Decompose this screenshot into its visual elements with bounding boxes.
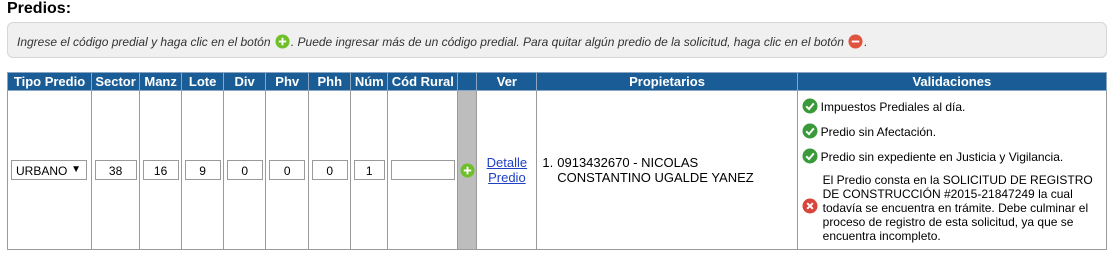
header-add-spacer [457,72,478,91]
phh-input[interactable]: 0 [311,160,348,180]
add-predio-cell [457,90,478,250]
validation-text: Impuestos Prediales al día. [820,100,966,114]
validation-text: Predio sin expediente en Justicia y Vigi… [820,150,1064,164]
num-input[interactable]: 1 [353,160,385,180]
owner-entry: 1. 0913432670 - NICOLAS CONSTANTINO UGAL… [537,155,796,185]
phv-cell: 0 [265,90,310,250]
manz-cell: 16 [139,90,183,250]
div-input[interactable]: 0 [226,160,263,180]
validation-error-text: El Predio consta en la SOLICITUD DE REGI… [822,172,1093,243]
hint-text-1: Ingrese el código predial y haga clic en… [17,35,271,49]
header-sector: Sector [91,72,141,91]
validation-text: Predio sin Afectación. [820,125,937,139]
owner-number: 1. [542,155,554,170]
header-phv: Phv [265,72,310,91]
header-div: Div [223,72,267,91]
tipo-predio-cell: URBANO ▼ [6,90,93,250]
validation-ok-item: Impuestos Prediales al día. [802,98,1102,117]
sector-cell: 38 [91,90,141,250]
validations-list: Impuestos Prediales al día. Predio sin A… [798,98,1106,243]
hint-text-2: . Puede ingresar más de un código predia… [290,35,844,49]
lote-input[interactable]: 9 [184,160,221,180]
cod-rural-input[interactable] [390,160,455,180]
ver-cell: Detalle Predio [476,90,538,250]
dropdown-arrow-icon: ▼ [71,164,81,175]
table-row: URBANO ▼ 38 16 9 0 0 0 1 Detalle Predio [6,90,1108,250]
owner-text: 0913432670 - NICOLAS CONSTANTINO UGALDE … [557,155,753,185]
header-phh: Phh [308,72,352,91]
validation-ok-item: Predio sin Afectación. [802,123,1102,142]
header-ver: Ver [476,72,538,91]
error-circle-icon [802,198,818,217]
add-circle-icon[interactable] [458,162,476,178]
validaciones-cell: Impuestos Prediales al día. Predio sin A… [796,90,1108,250]
div-cell: 0 [223,90,267,250]
tipo-predio-value: URBANO [16,164,68,178]
cod-rural-cell [387,90,459,250]
owner-line-1: 0913432670 - NICOLAS [557,155,699,170]
header-manz: Manz [139,72,183,91]
propietarios-cell: 1. 0913432670 - NICOLAS CONSTANTINO UGAL… [536,90,798,250]
detalle-line-1: Detalle [486,155,528,170]
lote-cell: 9 [181,90,225,250]
owner-line-2: CONSTANTINO UGALDE YANEZ [557,170,754,185]
sector-input[interactable]: 38 [94,160,137,180]
check-circle-icon [802,98,818,117]
num-cell: 1 [350,90,389,250]
remove-circle-icon [848,34,863,52]
tipo-predio-select[interactable]: URBANO ▼ [11,160,87,180]
header-lote: Lote [181,72,225,91]
predios-table: Tipo Predio Sector Manz Lote Div Phv Phh… [6,72,1108,250]
check-circle-icon [802,148,818,167]
validation-ok-item: Predio sin expediente en Justicia y Vigi… [802,148,1102,167]
header-propietarios: Propietarios [536,72,798,91]
check-circle-icon [802,123,818,142]
manz-input[interactable]: 16 [142,160,179,180]
hint-text-3: . [864,35,868,49]
phv-input[interactable]: 0 [269,160,306,180]
phh-cell: 0 [308,90,352,250]
header-tipo-predio: Tipo Predio [6,72,93,91]
detalle-predio-link[interactable]: Detalle Predio [477,155,536,185]
validation-error-item: El Predio consta en la SOLICITUD DE REGI… [802,173,1102,243]
detalle-line-2: Predio [488,170,526,185]
header-validaciones: Validaciones [796,72,1108,91]
add-circle-icon [275,34,290,52]
header-cod-rural: Cód Rural [387,72,459,91]
header-num: Núm [350,72,389,91]
table-header-row: Tipo Predio Sector Manz Lote Div Phv Phh… [6,72,1108,91]
instructions-box: Ingrese el código predial y haga clic en… [7,22,1107,58]
section-title: Predios: [7,0,72,17]
